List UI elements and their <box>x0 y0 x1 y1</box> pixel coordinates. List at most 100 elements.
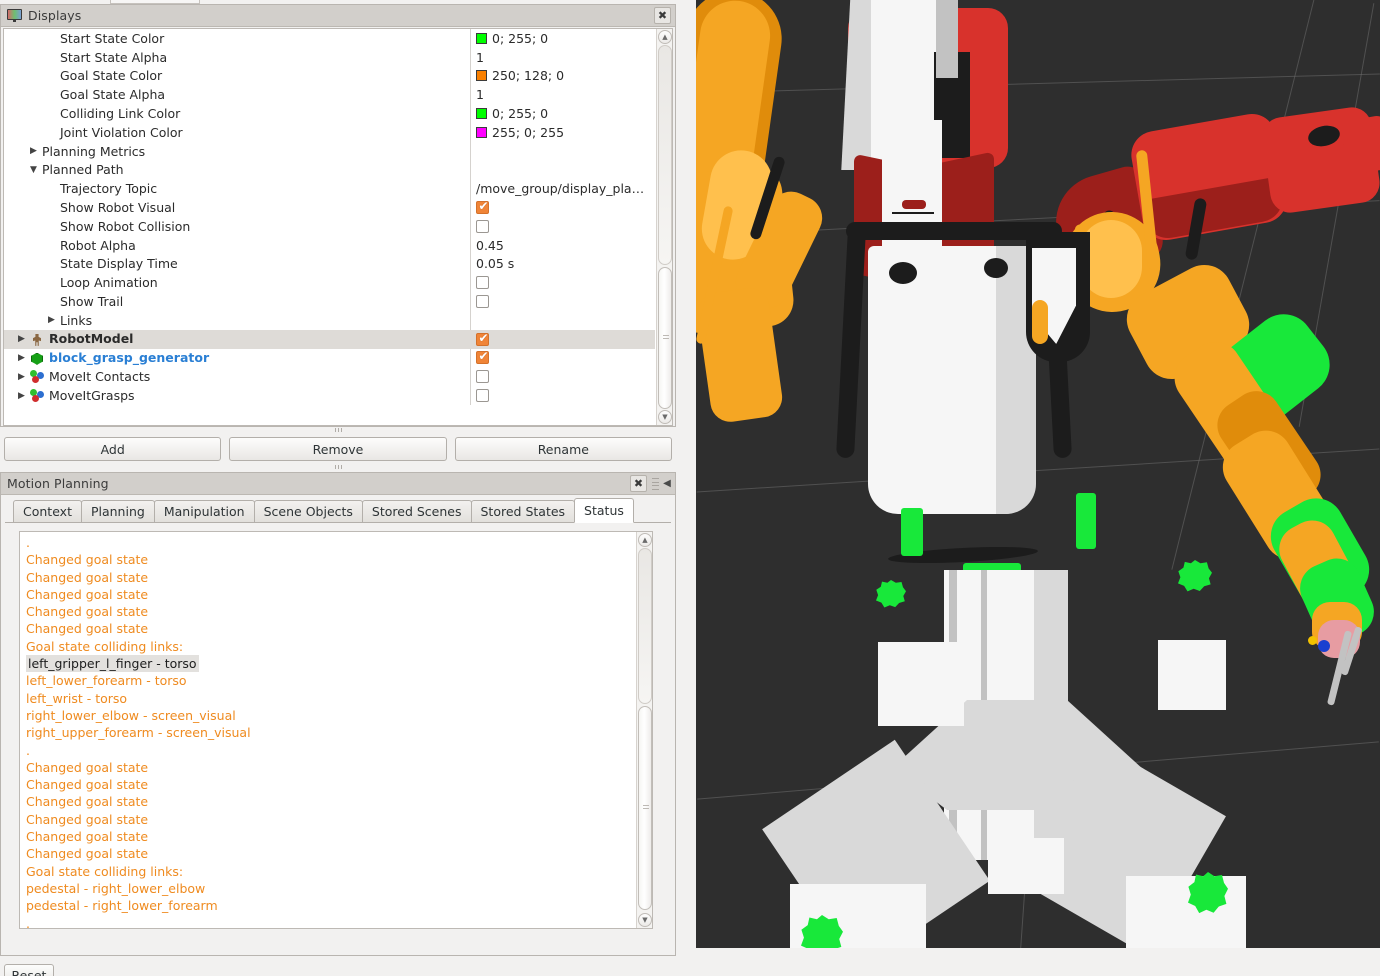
add-display-button[interactable]: Add <box>4 437 222 461</box>
status-log-scrollbar[interactable]: ▲ ▼ <box>636 532 652 928</box>
chevron-down-icon[interactable]: ▼ <box>28 165 39 175</box>
display-tree-row[interactable]: Start State Alpha 1 <box>4 48 655 67</box>
display-tree-row[interactable]: Robot Alpha 0.45 <box>4 236 655 255</box>
display-tree-row-value[interactable] <box>476 276 489 290</box>
display-tree-row[interactable]: Joint Violation Color 255; 0; 255 <box>4 123 655 142</box>
color-swatch[interactable] <box>476 126 487 138</box>
tab-planning[interactable]: Planning <box>80 500 155 522</box>
display-tree-row[interactable]: ▶ RobotModel <box>4 329 655 349</box>
tab-status[interactable]: Status <box>574 498 634 523</box>
spheres-icon <box>30 370 45 384</box>
displays-close-button[interactable]: ✖ <box>654 7 671 24</box>
chevron-right-icon[interactable]: ▶ <box>16 391 27 401</box>
tab-stored-scenes[interactable]: Stored Scenes <box>361 500 472 522</box>
display-tree-row[interactable]: ▶ Planning Metrics <box>4 142 655 161</box>
reset-button[interactable]: Reset <box>4 964 54 976</box>
display-tree-row[interactable]: Show Trail <box>4 292 655 311</box>
chevron-left-icon[interactable]: ◀ <box>661 477 673 491</box>
displays-scroll-up-button[interactable]: ▲ <box>658 30 672 44</box>
3d-viewport[interactable] <box>696 0 1380 962</box>
display-tree-row[interactable]: State Display Time 0.05 s <box>4 255 655 274</box>
collision-marker-torso-left <box>901 508 923 556</box>
display-tree-row[interactable]: Trajectory Topic/move_group/display_pla… <box>4 179 655 198</box>
checkbox[interactable] <box>476 219 489 233</box>
display-tree-row-value[interactable]: 1 <box>476 50 484 65</box>
display-tree-row-label: Planned Path <box>42 162 124 178</box>
displays-tree[interactable]: Start State Color 0; 255; 0 Start State Al… <box>3 28 673 426</box>
status-scroll-down-button[interactable]: ▼ <box>638 913 652 927</box>
display-tree-row-value[interactable]: 0.05 s <box>476 256 514 271</box>
tab-scene-objects[interactable]: Scene Objects <box>253 500 363 522</box>
status-scroll-thumb[interactable] <box>638 706 652 910</box>
display-tree-row[interactable]: ▼ Planned Path <box>4 161 655 180</box>
display-tree-row[interactable]: Start State Color 0; 255; 0 <box>4 29 655 48</box>
dock-divider[interactable] <box>688 0 696 976</box>
checkbox[interactable] <box>476 295 489 309</box>
motion-planning-tabs: Context Planning Manipulation Scene Objects… <box>5 498 671 523</box>
checkbox[interactable] <box>476 276 489 290</box>
display-tree-row-value[interactable] <box>476 370 489 384</box>
display-tree-row[interactable]: Goal State Alpha 1 <box>4 85 655 104</box>
chevron-right-icon[interactable]: ▶ <box>16 353 27 363</box>
display-tree-row[interactable]: Colliding Link Color 0; 255; 0 <box>4 104 655 123</box>
torso-right-orange-bit <box>1032 300 1048 344</box>
display-tree-row[interactable]: ▶ Links <box>4 311 655 330</box>
display-tree-row-value[interactable] <box>476 295 489 309</box>
display-tree-row-value[interactable]: 0.45 <box>476 238 504 253</box>
chevron-right-icon[interactable]: ▶ <box>16 372 27 382</box>
remove-display-button[interactable]: Remove <box>229 437 447 461</box>
color-swatch[interactable] <box>476 70 487 82</box>
displays-splitter-grip-top[interactable] <box>323 427 353 432</box>
display-tree-row-value[interactable] <box>476 349 490 365</box>
display-tree-row[interactable]: ▶ MoveItGrasps <box>4 386 655 405</box>
display-tree-row-value[interactable] <box>476 389 489 403</box>
status-log-line: left_wrist - torso <box>26 690 128 706</box>
display-tree-row-label: State Display Time <box>60 256 178 272</box>
display-tree-row-value[interactable]: 1 <box>476 87 484 102</box>
displays-scroll-thumb[interactable] <box>658 267 672 409</box>
display-tree-row[interactable]: Loop Animation <box>4 273 655 292</box>
display-tree-row-value[interactable] <box>476 331 490 346</box>
display-tree-row-label: RobotModel <box>30 331 133 347</box>
displays-splitter-grip-bottom[interactable] <box>323 464 353 469</box>
status-log-line: Changed goal state <box>26 586 149 602</box>
checkbox[interactable] <box>476 199 490 215</box>
motion-planning-drag-handle[interactable] <box>652 478 659 490</box>
displays-scroll-down-button[interactable]: ▼ <box>658 410 672 424</box>
display-tree-row[interactable]: Goal State Color 250; 128; 0 <box>4 67 655 86</box>
tab-manipulation[interactable]: Manipulation <box>153 500 255 522</box>
color-value-text: 250; 128; 0 <box>492 68 565 84</box>
color-swatch[interactable] <box>476 108 487 120</box>
display-tree-row[interactable]: Show Robot Visual <box>4 198 655 217</box>
chevron-right-icon[interactable]: ▶ <box>16 334 27 344</box>
torso-vent-1 <box>892 212 934 214</box>
status-log-panel[interactable]: . Changed goal state Changed goal state Cha… <box>19 531 653 929</box>
display-tree-row[interactable]: Show Robot Collision <box>4 217 655 236</box>
display-tree-row-value[interactable]: 0; 255; 0 <box>476 31 548 46</box>
rename-display-button[interactable]: Rename <box>454 437 672 461</box>
display-tree-row[interactable]: ▶ MoveIt Contacts <box>4 367 655 386</box>
display-tree-row-label: Trajectory Topic <box>60 181 158 197</box>
checkbox[interactable] <box>476 349 490 365</box>
displays-scrollbar[interactable]: ▲ ▼ <box>656 29 672 425</box>
checkbox[interactable] <box>476 370 489 384</box>
chevron-right-icon[interactable]: ▶ <box>46 315 57 325</box>
checkbox[interactable] <box>476 389 489 403</box>
display-tree-row[interactable]: ▶ block_grasp_generator <box>4 349 655 368</box>
display-tree-row-value[interactable]: 0; 255; 0 <box>476 106 548 121</box>
display-tree-row-value[interactable] <box>476 219 489 233</box>
tab-context[interactable]: Context <box>13 500 82 522</box>
display-tree-row-label: Links <box>60 312 93 328</box>
display-tree-row-value[interactable] <box>476 199 490 215</box>
status-scroll-track[interactable] <box>638 548 652 704</box>
checkbox[interactable] <box>476 331 490 346</box>
displays-scroll-track[interactable] <box>658 45 672 265</box>
display-tree-row-value[interactable]: 250; 128; 0 <box>476 68 564 83</box>
tab-stored-states[interactable]: Stored States <box>470 500 576 522</box>
display-tree-row-value[interactable]: 255; 0; 255 <box>476 125 564 140</box>
chevron-right-icon[interactable]: ▶ <box>28 146 39 156</box>
motion-planning-close-button[interactable]: ✖ <box>630 475 647 492</box>
display-tree-row-value[interactable]: /move_group/display_pla… <box>476 181 644 196</box>
color-swatch[interactable] <box>476 32 487 44</box>
status-scroll-up-button[interactable]: ▲ <box>638 533 652 547</box>
